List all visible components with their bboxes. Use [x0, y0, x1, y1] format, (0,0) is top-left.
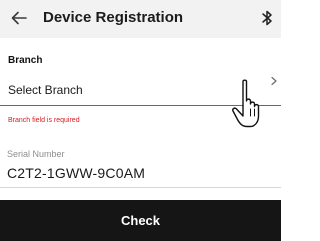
arrow-left-icon [11, 11, 27, 25]
hand-pointer-icon [232, 79, 260, 128]
branch-select-placeholder: Select Branch [8, 83, 83, 97]
serial-number-field[interactable]: C2T2-1GWW-9C0AM [7, 165, 145, 181]
check-button[interactable]: Check [0, 200, 281, 241]
device-registration-screen: Device Registration Branch Select Branch… [0, 0, 281, 241]
chevron-right-icon [271, 76, 277, 86]
back-button[interactable] [6, 5, 32, 31]
page-title: Device Registration [43, 9, 184, 26]
branch-label: Branch [8, 55, 43, 66]
app-bar: Device Registration [0, 0, 281, 38]
serial-number-underline [0, 187, 281, 188]
branch-error-message: Branch field is required [8, 117, 80, 124]
bluetooth-icon[interactable] [260, 9, 274, 27]
serial-number-label: Serial Number [7, 149, 65, 159]
